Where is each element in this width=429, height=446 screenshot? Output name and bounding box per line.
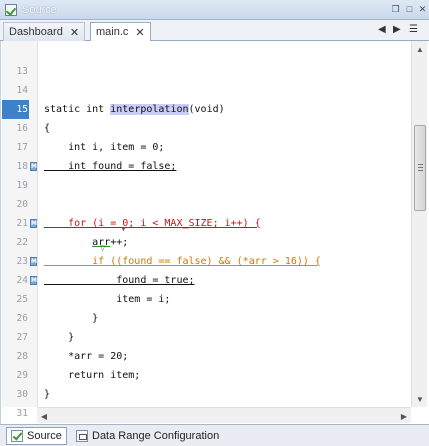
- code-line[interactable]: 24 M found = true;: [1, 271, 411, 290]
- code-segment: ++;: [110, 237, 129, 248]
- code-line[interactable]: 17 int i, item = 0;: [1, 138, 411, 157]
- line-number: 24: [16, 275, 28, 286]
- range-marker-icon: ▼: [120, 226, 127, 233]
- modified-marker-icon[interactable]: M: [30, 257, 37, 266]
- tab-data-range-configuration[interactable]: Data Range Configuration: [72, 427, 223, 445]
- tab-source[interactable]: Source: [6, 427, 67, 445]
- code-text: }: [44, 332, 75, 343]
- code-text: }: [44, 313, 99, 324]
- code-text: arr++;: [44, 233, 128, 252]
- window-title: Source: [22, 3, 57, 16]
- line-number: 13: [16, 66, 28, 77]
- line-number: 22: [16, 237, 28, 248]
- line-number: 16: [16, 123, 28, 134]
- code-line[interactable]: 26 }: [1, 309, 411, 328]
- line-number: 17: [16, 142, 28, 153]
- scroll-up-icon[interactable]: ▲: [412, 41, 428, 57]
- code-line[interactable]: 15 static int interpolation(void): [1, 100, 411, 119]
- line-number: 28: [16, 351, 28, 362]
- code-text: return item;: [44, 370, 141, 381]
- code-line[interactable]: 19: [1, 176, 411, 195]
- code-line[interactable]: 21 M for (i = 0; i < MAX_SIZE; i++) {: [1, 214, 411, 233]
- code-line[interactable]: 16 {: [1, 119, 411, 138]
- tab-main-c[interactable]: main.c ✕: [90, 22, 151, 42]
- code-line[interactable]: 27 }: [1, 328, 411, 347]
- previous-tab-icon[interactable]: ◀: [378, 24, 386, 35]
- close-tab-icon[interactable]: ✕: [70, 26, 79, 39]
- line-number: 25: [16, 294, 28, 305]
- close-tab-icon[interactable]: ✕: [135, 26, 144, 39]
- code-line[interactable]: 30}: [1, 385, 411, 404]
- scroll-left-icon[interactable]: ◀: [37, 408, 51, 424]
- tab-menu-icon[interactable]: ☰: [409, 24, 418, 35]
- line-number: 23: [16, 256, 28, 267]
- code-editor[interactable]: 13 14 15 static int interpolation(void) 16 {1…: [0, 41, 429, 424]
- scroll-right-icon[interactable]: ▶: [397, 408, 411, 424]
- tab-dashboard[interactable]: Dashboard ✕: [3, 22, 86, 41]
- code-line[interactable]: 22 arr++;: [1, 233, 411, 252]
- close-icon[interactable]: ✕: [416, 3, 429, 15]
- line-number: 26: [16, 313, 28, 324]
- code-text: found = true;: [44, 275, 195, 286]
- code-line[interactable]: 29 return item;: [1, 366, 411, 385]
- code-text: int i, item = 0;: [44, 142, 165, 153]
- code-segment: (void): [188, 104, 225, 115]
- data-range-icon: [76, 430, 88, 442]
- horizontal-scrollbar[interactable]: ◀ ▶: [37, 407, 411, 423]
- code-text: {: [44, 123, 51, 134]
- line-number: 19: [16, 180, 28, 191]
- line-number: 27: [16, 332, 28, 343]
- line-number: 29: [16, 370, 28, 381]
- maximize-icon[interactable]: □: [403, 3, 416, 15]
- code-line[interactable]: 14: [1, 81, 411, 100]
- tab-label: Dashboard: [9, 26, 63, 38]
- title-bar: Source ❐ □ ✕: [0, 0, 429, 20]
- code-line[interactable]: 13: [1, 62, 411, 81]
- tab-label: Data Range Configuration: [92, 430, 220, 442]
- code-segment: static int: [44, 104, 111, 115]
- code-text: item = i;: [44, 294, 171, 305]
- line-number: 31: [16, 408, 28, 419]
- code-text: if ((found == false) && (*arr > 16)) {: [44, 256, 321, 267]
- vertical-scrollbar[interactable]: ▲ ▼: [411, 41, 427, 407]
- line-number: 30: [16, 389, 28, 400]
- code-line[interactable]: 18 M int found = false;: [1, 157, 411, 176]
- range-marker-icon: ▽: [100, 245, 106, 252]
- scroll-down-icon[interactable]: ▼: [412, 391, 428, 407]
- code-text: static int interpolation(void): [44, 100, 225, 119]
- line-number: 20: [16, 199, 28, 210]
- selected-identifier: interpolation: [110, 104, 189, 115]
- code-text: }: [44, 389, 51, 400]
- code-text: *arr = 20;: [44, 351, 129, 362]
- bottom-tab-bar: Source Data Range Configuration: [0, 424, 429, 446]
- modified-marker-icon[interactable]: M: [30, 162, 37, 171]
- line-number: 14: [16, 85, 28, 96]
- line-number: 21: [16, 218, 28, 229]
- modified-marker-icon[interactable]: M: [30, 219, 37, 228]
- line-number: 18: [16, 161, 28, 172]
- source-icon: [5, 3, 17, 16]
- code-line[interactable]: 28 *arr = 20;: [1, 347, 411, 366]
- code-line[interactable]: 20: [1, 195, 411, 214]
- code-line[interactable]: 23 M if ((found == false) && (*arr > 16))…: [1, 252, 411, 271]
- line-number: 15: [2, 100, 29, 119]
- code-line[interactable]: 25 item = i;: [1, 290, 411, 309]
- tab-label: main.c: [96, 26, 129, 38]
- code-text: for (i = 0; i < MAX_SIZE; i++) {: [44, 218, 261, 229]
- source-check-icon: [11, 430, 23, 442]
- next-tab-icon[interactable]: ▶: [393, 24, 401, 35]
- editor-tab-bar: Dashboard ✕ main.c ✕ ◀ ▶ ☰: [0, 20, 429, 42]
- vertical-scroll-thumb[interactable]: [414, 125, 426, 211]
- code-text: int found = false;: [44, 161, 177, 172]
- tab-label: Source: [27, 430, 62, 442]
- restore-icon[interactable]: ❐: [389, 3, 402, 15]
- modified-marker-icon[interactable]: M: [30, 276, 37, 285]
